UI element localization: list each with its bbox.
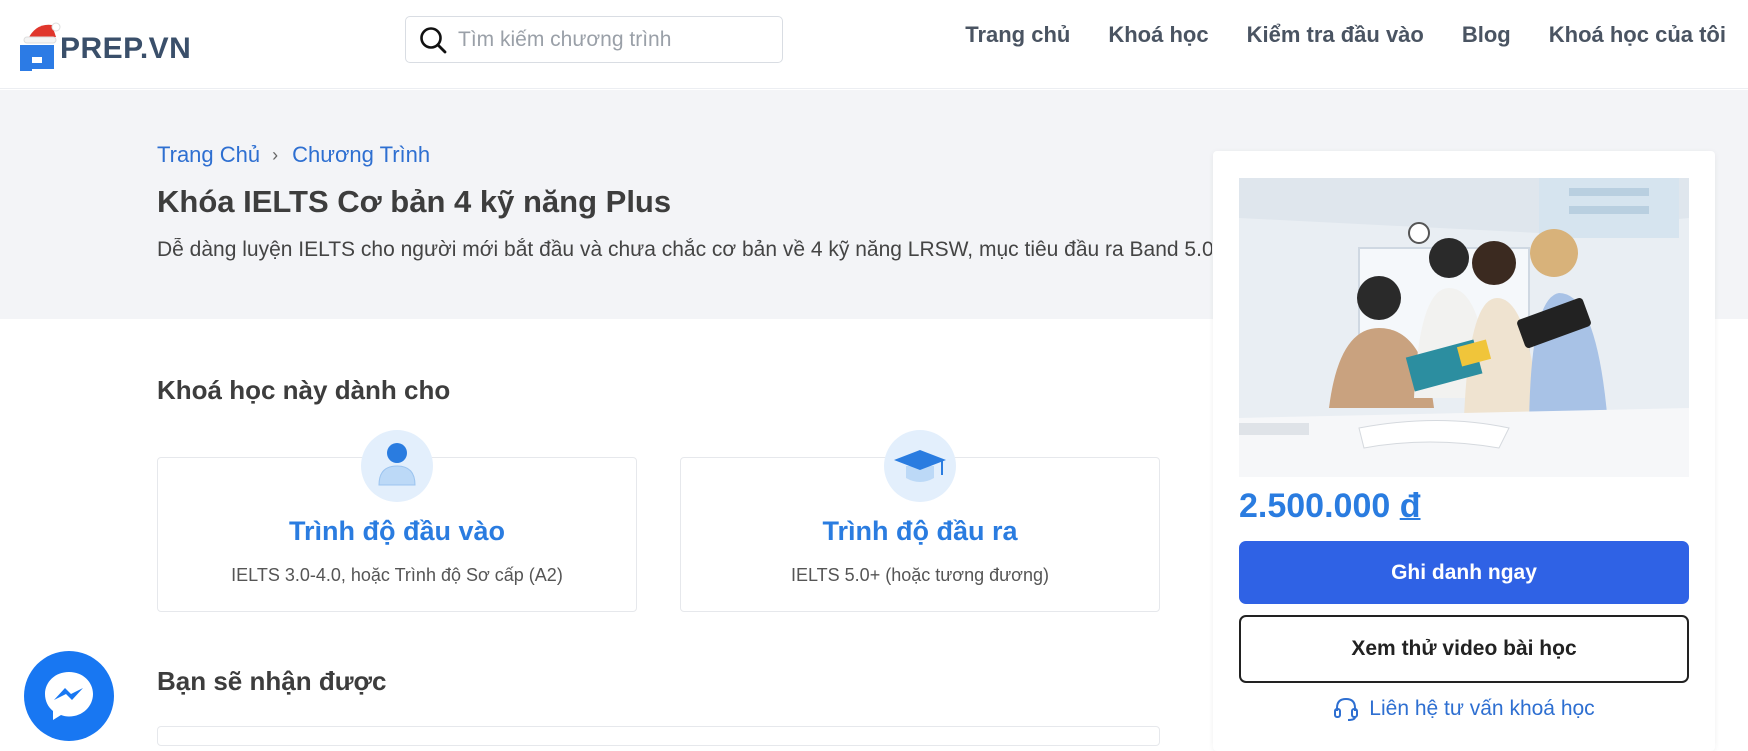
price-currency: đ xyxy=(1399,487,1421,525)
preview-video-button[interactable]: Xem thử video bài học xyxy=(1239,615,1689,683)
page-title: Khóa IELTS Cơ bản 4 kỹ năng Plus xyxy=(157,184,672,219)
benefits-section-title: Bạn sẽ nhận được xyxy=(157,666,387,696)
card-title: Trình độ đầu ra xyxy=(822,516,1018,546)
main-nav: Trang chủ Khoá học Kiểm tra đầu vào Blog… xyxy=(965,22,1726,48)
audience-section-title: Khoá học này dành cho xyxy=(157,375,451,405)
breadcrumb-home[interactable]: Trang Chủ xyxy=(157,142,260,168)
card-subtitle: IELTS 5.0+ (hoặc tương đương) xyxy=(790,565,1049,585)
logo-mark-icon xyxy=(18,19,61,71)
logo[interactable]: PREP.VN xyxy=(18,18,191,72)
nav-my-courses[interactable]: Khoá học của tôi xyxy=(1549,22,1726,48)
search-box[interactable] xyxy=(405,16,783,63)
card-title: Trình độ đầu vào xyxy=(288,516,505,546)
contact-consult-link[interactable]: Liên hệ tư vấn khoá học xyxy=(1213,696,1715,722)
breadcrumb-programs[interactable]: Chương Trình xyxy=(292,142,430,168)
site-header: PREP.VN Trang chủ Khoá học Kiểm tra đầu … xyxy=(0,0,1748,89)
entry-level-card: Trình độ đầu vào IELTS 3.0-4.0, hoặc Trì… xyxy=(157,430,637,612)
breadcrumb: Trang Chủ › Chương Trình xyxy=(157,142,430,168)
course-description: Dễ dàng luyện IELTS cho người mới bắt đầ… xyxy=(157,238,1212,261)
nav-home[interactable]: Trang chủ xyxy=(965,22,1070,48)
contact-label: Liên hệ tư vấn khoá học xyxy=(1369,697,1595,720)
user-icon xyxy=(361,430,433,502)
messenger-chat-button[interactable] xyxy=(24,651,114,741)
nav-blog[interactable]: Blog xyxy=(1462,22,1511,48)
enroll-button[interactable]: Ghi danh ngay xyxy=(1239,541,1689,604)
headset-icon xyxy=(1334,697,1359,721)
nav-courses[interactable]: Khoá học xyxy=(1108,22,1208,48)
nav-placement-test[interactable]: Kiểm tra đầu vào xyxy=(1247,22,1424,48)
benefits-box xyxy=(157,726,1160,746)
chevron-right-icon: › xyxy=(272,144,279,165)
price-value: 2.500.000 xyxy=(1239,487,1391,525)
search-icon xyxy=(420,26,447,53)
course-price: 2.500.000 đ xyxy=(1239,487,1421,526)
logo-text: PREP.VN xyxy=(60,32,192,65)
course-image xyxy=(1239,178,1689,477)
search-input[interactable] xyxy=(458,27,758,52)
card-subtitle: IELTS 3.0-4.0, hoặc Trình độ Sơ cấp (A2) xyxy=(231,565,563,585)
messenger-icon xyxy=(45,672,93,720)
purchase-panel: 2.500.000 đ Ghi danh ngay Xem thử video … xyxy=(1213,151,1715,751)
graduation-cap-icon xyxy=(884,430,956,502)
exit-level-card: Trình độ đầu ra IELTS 5.0+ (hoặc tương đ… xyxy=(680,430,1160,612)
